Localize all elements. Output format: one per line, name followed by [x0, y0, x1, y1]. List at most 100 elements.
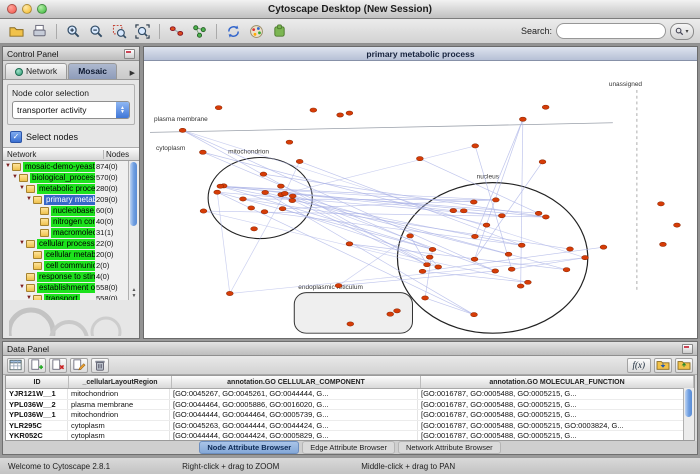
table-scrollbar[interactable] [683, 388, 694, 440]
network-column-header[interactable]: Network [3, 150, 104, 159]
graph-node[interactable] [539, 160, 546, 164]
graph-node[interactable] [289, 194, 296, 198]
expand-triangle-icon[interactable]: ▼ [12, 172, 19, 183]
graph-node[interactable] [260, 172, 267, 176]
graph-node[interactable] [470, 200, 477, 204]
graph-node[interactable] [492, 198, 499, 202]
import-attributes-icon[interactable] [654, 358, 672, 373]
tree-row[interactable]: nucleobase, nucleoside, nucleotide and n… [3, 205, 129, 216]
tree-row[interactable]: nitrogen compound metabolism40(0) [3, 216, 129, 227]
graph-node[interactable] [660, 242, 667, 246]
table-row[interactable]: YPL036W__2plasma membrane[GO:0044464, GO… [6, 400, 684, 411]
graph-node[interactable] [563, 268, 570, 272]
graph-node[interactable] [240, 197, 247, 201]
graph-node[interactable] [214, 190, 221, 194]
print-icon[interactable] [29, 22, 50, 41]
graph-node[interactable] [387, 312, 394, 316]
graph-node[interactable] [347, 322, 354, 326]
graph-node[interactable] [337, 113, 344, 117]
tree-scrollbar-thumb[interactable] [130, 162, 137, 226]
float-panel-icon[interactable] [682, 344, 693, 354]
vizmapper-icon[interactable] [246, 22, 267, 41]
tree-row[interactable]: macromolecule metabolism31(1) [3, 227, 129, 238]
graph-node[interactable] [518, 243, 525, 247]
zoom-in-icon[interactable] [63, 22, 84, 41]
graph-node[interactable] [424, 263, 431, 267]
tree-row[interactable]: ▼cellular process22(0) [3, 238, 129, 249]
expand-triangle-icon[interactable]: ▼ [26, 293, 33, 300]
graph-node[interactable] [289, 198, 296, 202]
expand-triangle-icon[interactable]: ▼ [19, 183, 26, 194]
data-panel-titlebar[interactable]: Data Panel [3, 342, 697, 356]
graph-node[interactable] [450, 209, 457, 213]
tree-row[interactable]: ▼biological_process570(0) [3, 172, 129, 183]
graph-node[interactable] [407, 234, 414, 238]
tree-row[interactable]: ▼mosaic-demo-yeast874(0) [3, 161, 129, 172]
graph-node[interactable] [215, 106, 222, 110]
new-network-from-selection-icon[interactable] [189, 22, 210, 41]
graph-node[interactable] [519, 117, 526, 121]
graph-node[interactable] [422, 296, 429, 300]
tree-row[interactable]: ▼metabolic process280(0) [3, 183, 129, 194]
graph-node[interactable] [483, 223, 490, 227]
column-header[interactable]: annotation.GO CELLULAR_COMPONENT [172, 376, 421, 388]
graph-node[interactable] [226, 291, 233, 295]
graph-node[interactable] [471, 234, 478, 238]
tab-mosaic[interactable]: Mosaic [68, 63, 117, 79]
network-canvas[interactable]: plasma membranecytoplasmmitochondrionnuc… [144, 61, 697, 338]
graph-node[interactable] [335, 284, 342, 288]
tree-row[interactable]: ▼primary metabolic process209(0) [3, 194, 129, 205]
graph-node[interactable] [200, 209, 207, 213]
zoom-selected-icon[interactable] [109, 22, 130, 41]
expand-triangle-icon[interactable]: ▼ [19, 238, 26, 249]
tab-network[interactable]: Network [5, 63, 67, 79]
graph-node[interactable] [505, 252, 512, 256]
graph-node[interactable] [600, 245, 607, 249]
hide-selected-icon[interactable] [166, 22, 187, 41]
table-row[interactable]: YLR295Ccytoplasm[GO:0045263, GO:0044444,… [6, 421, 684, 432]
graph-node[interactable] [492, 269, 499, 273]
scroll-down-icon[interactable]: ▼ [129, 293, 139, 299]
graph-node[interactable] [262, 190, 269, 194]
tree-row[interactable]: cellular metabolism20(0) [3, 249, 129, 260]
export-attributes-icon[interactable] [675, 358, 693, 373]
graph-node[interactable] [394, 309, 401, 313]
graph-node[interactable] [472, 144, 479, 148]
graph-node[interactable] [346, 111, 353, 115]
color-attribute-select[interactable]: transporter activity ▲▼ [12, 101, 130, 119]
function-builder-icon[interactable]: f(x) [627, 358, 652, 373]
titlebar[interactable]: Cytoscape Desktop (New Session) [0, 0, 700, 19]
graph-node[interactable] [542, 215, 549, 219]
graph-node[interactable] [346, 242, 353, 246]
column-header[interactable]: _cellularLayoutRegion [69, 376, 172, 388]
graph-node[interactable] [416, 156, 423, 160]
column-header[interactable]: ID [6, 376, 69, 388]
graph-node[interactable] [217, 184, 224, 188]
tree-row[interactable]: cell communication2(0) [3, 260, 129, 271]
graph-node[interactable] [471, 313, 478, 317]
graph-node[interactable] [179, 128, 186, 132]
float-panel-icon[interactable] [124, 49, 135, 59]
graph-node[interactable] [277, 184, 284, 188]
graph-node[interactable] [281, 191, 288, 195]
tab-scroll-right-icon[interactable]: ▶ [130, 69, 137, 79]
delete-row-icon[interactable] [91, 358, 109, 373]
plugin-manager-icon[interactable] [269, 22, 290, 41]
tab-network-attribute-browser[interactable]: Network Attribute Browser [398, 441, 501, 454]
search-input[interactable] [556, 23, 666, 39]
search-options-icon[interactable]: ▾ [670, 23, 694, 40]
open-icon[interactable] [6, 22, 27, 41]
expand-triangle-icon[interactable]: ▼ [5, 161, 12, 172]
expand-triangle-icon[interactable]: ▼ [26, 194, 33, 205]
tree-row[interactable]: ▼establishment of localization558(0) [3, 282, 129, 293]
table-row[interactable]: YPL036W__1mitochondrion[GO:0044444, GO:0… [6, 410, 684, 421]
select-attributes-icon[interactable] [7, 358, 25, 373]
graph-node[interactable] [542, 105, 549, 109]
zoom-fit-icon[interactable] [132, 22, 153, 41]
graph-node[interactable] [498, 214, 505, 218]
graph-node[interactable] [674, 223, 681, 227]
select-nodes-checkbox[interactable]: ✓ [10, 131, 22, 143]
column-header[interactable]: annotation.GO MOLECULAR_FUNCTION [421, 376, 694, 388]
nodes-column-header[interactable]: Nodes [104, 150, 139, 159]
tab-edge-attribute-browser[interactable]: Edge Attribute Browser [302, 441, 395, 454]
